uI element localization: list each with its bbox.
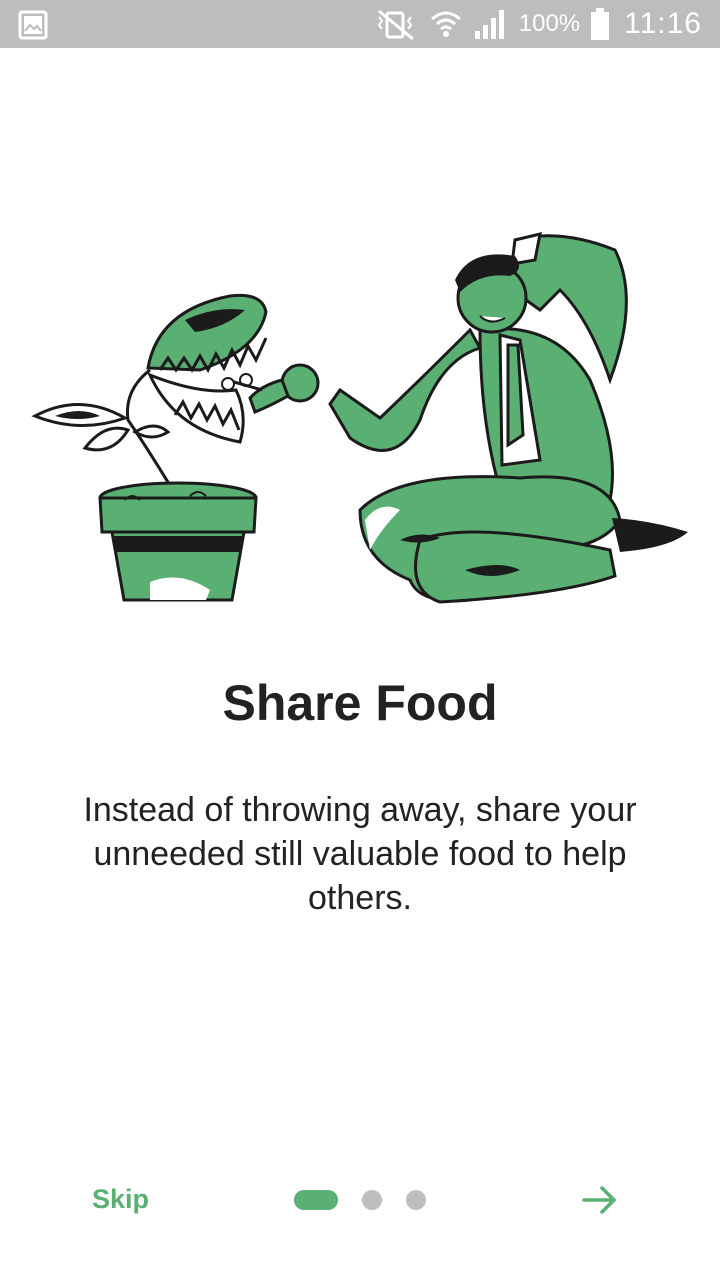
wifi-icon bbox=[429, 7, 463, 41]
page-indicator-dot[interactable] bbox=[406, 1190, 426, 1210]
page-description: Instead of throwing away, share your unn… bbox=[83, 791, 637, 917]
skip-button[interactable]: Skip bbox=[92, 1184, 149, 1215]
onboarding-navigation: Skip bbox=[0, 1170, 720, 1230]
plant-pot-illustration bbox=[31, 293, 268, 602]
image-notification-icon bbox=[18, 10, 48, 40]
page-indicator-dot[interactable] bbox=[362, 1190, 382, 1210]
status-bar: 100% 11:16 bbox=[0, 0, 720, 48]
battery-percentage: 100% bbox=[518, 10, 581, 37]
onboarding-illustration bbox=[31, 231, 688, 604]
cellular-signal-icon bbox=[473, 7, 509, 41]
clock: 11:16 bbox=[624, 7, 702, 40]
arrow-right-icon bbox=[582, 1186, 616, 1214]
battery-icon bbox=[590, 8, 610, 40]
man-illustration bbox=[221, 231, 688, 604]
page-indicator-dot-active[interactable] bbox=[294, 1190, 338, 1210]
page-indicator bbox=[294, 1190, 426, 1210]
next-button[interactable] bbox=[580, 1180, 620, 1220]
vibrate-silent-icon bbox=[373, 7, 419, 41]
page-title: Share Food bbox=[222, 675, 498, 731]
